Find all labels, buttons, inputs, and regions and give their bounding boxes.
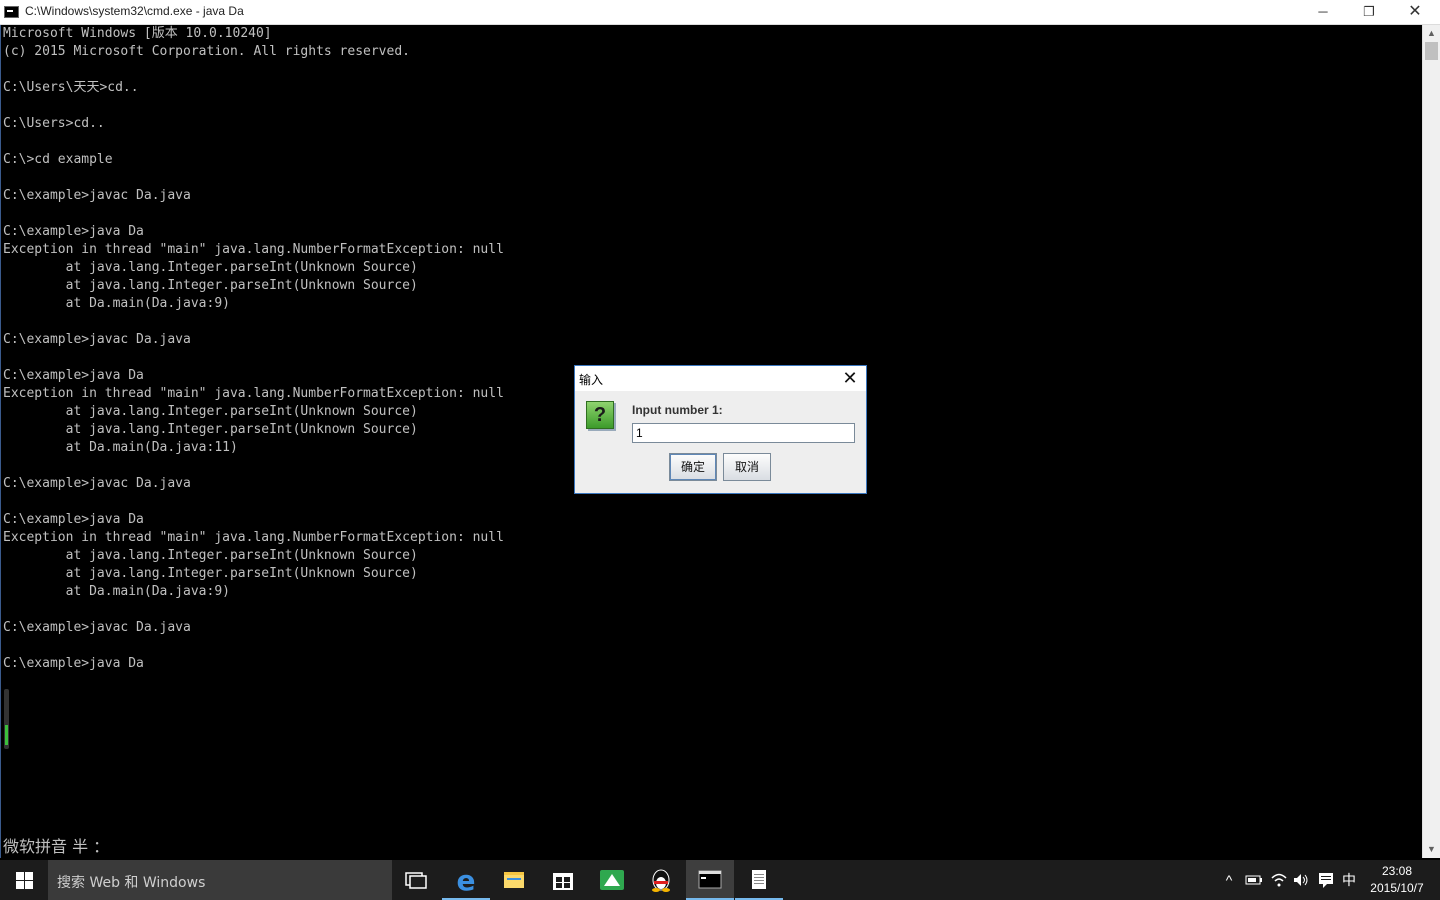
console-line: C:\>cd example	[3, 152, 113, 167]
console-line: at java.lang.Integer.parseInt(Unknown So…	[3, 548, 418, 563]
qq-penguin-icon	[652, 869, 670, 892]
console-line: C:\example>javac Da.java	[3, 620, 191, 635]
folder-icon	[504, 872, 524, 888]
console-line: at Da.main(Da.java:11)	[3, 440, 238, 455]
notepad-taskbar-button[interactable]	[735, 860, 783, 900]
console-line: C:\example>java Da	[3, 224, 144, 239]
volume-icon[interactable]	[1292, 870, 1310, 890]
console-line: Exception in thread "main" java.lang.Num…	[3, 386, 504, 401]
input-label: Input number 1:	[632, 403, 723, 417]
console-title-bar[interactable]: C:\Windows\system32\cmd.exe - java Da ─ …	[0, 0, 1440, 25]
file-explorer-button[interactable]	[490, 860, 538, 900]
ime-status: 微软拼音 半 ：	[3, 837, 110, 856]
console-line: at java.lang.Integer.parseInt(Unknown So…	[3, 404, 418, 419]
console-line: C:\example>javac Da.java	[3, 188, 191, 203]
cmd-app-icon	[4, 6, 19, 18]
svg-text:e: e	[457, 864, 476, 897]
battery-icon[interactable]	[1245, 870, 1263, 890]
task-view-icon	[405, 872, 427, 889]
console-line: Microsoft Windows [版本 10.0.10240]	[3, 26, 272, 41]
console-line: C:\Users\天天>cd..	[3, 80, 139, 95]
scroll-up-icon[interactable]: ▲	[1423, 25, 1440, 42]
console-line: Exception in thread "main" java.lang.Num…	[3, 242, 504, 257]
console-line: at java.lang.Integer.parseInt(Unknown So…	[3, 278, 418, 293]
dialog-title: 输入	[579, 373, 604, 387]
console-line: C:\example>javac Da.java	[3, 476, 191, 491]
close-button[interactable]: ✕	[1392, 0, 1438, 25]
notepad-icon	[752, 870, 766, 889]
start-button[interactable]	[0, 860, 48, 900]
green-app-icon	[600, 870, 624, 890]
console-line: C:\example>javac Da.java	[3, 332, 191, 347]
cmd-taskbar-button[interactable]	[686, 860, 734, 900]
task-view-button[interactable]	[392, 860, 440, 900]
scroll-thumb[interactable]	[1425, 42, 1438, 60]
console-line: C:\example>java Da	[3, 512, 144, 527]
action-center-icon[interactable]	[1317, 870, 1335, 890]
green-app-button[interactable]	[588, 860, 636, 900]
input-dialog: 输入 ✕ ? Input number 1: 确定 取消	[574, 365, 867, 494]
edge-taskbar-button[interactable]: e	[442, 860, 490, 900]
console-line: (c) 2015 Microsoft Corporation. All righ…	[3, 44, 410, 59]
console-scrollbar[interactable]: ▲ ▼	[1422, 25, 1440, 858]
dialog-close-icon[interactable]: ✕	[838, 367, 862, 389]
console-line: C:\example>java Da	[3, 368, 144, 383]
ime-language-indicator[interactable]: 中	[1340, 870, 1358, 890]
console-line: at java.lang.Integer.parseInt(Unknown So…	[3, 566, 418, 581]
minimize-button[interactable]: ─	[1300, 0, 1346, 25]
qq-button[interactable]	[637, 860, 685, 900]
dialog-title-bar[interactable]: 输入 ✕	[575, 366, 866, 391]
search-box[interactable]: 搜索 Web 和 Windows	[48, 860, 392, 900]
taskbar: 搜索 Web 和 Windows e ^ 中 23:08 2015/10/7	[0, 860, 1440, 900]
window-title: C:\Windows\system32\cmd.exe - java Da	[25, 4, 244, 18]
ok-button[interactable]: 确定	[669, 453, 717, 481]
console-output: Microsoft Windows [版本 10.0.10240] (c) 201…	[3, 25, 504, 673]
wifi-icon[interactable]	[1270, 870, 1288, 890]
windows-logo-icon	[16, 872, 24, 880]
show-hidden-icons-chevron-icon[interactable]: ^	[1220, 870, 1238, 890]
console-line: C:\example>java Da	[3, 656, 144, 671]
store-button[interactable]	[539, 860, 587, 900]
console-line: at Da.main(Da.java:9)	[3, 296, 230, 311]
number-input[interactable]	[632, 423, 855, 443]
cancel-button[interactable]: 取消	[723, 453, 771, 481]
edge-icon: e	[457, 864, 476, 897]
console-line: Exception in thread "main" java.lang.Num…	[3, 530, 504, 545]
store-bag-icon	[553, 873, 573, 890]
console-line: at Da.main(Da.java:9)	[3, 584, 230, 599]
clock-date: 2015/10/7	[1370, 881, 1424, 895]
console-line: at java.lang.Integer.parseInt(Unknown So…	[3, 260, 418, 275]
search-placeholder: 搜索 Web 和 Windows	[57, 875, 206, 891]
console-marker	[4, 689, 9, 749]
clock[interactable]: 23:08 2015/10/7	[1364, 863, 1430, 897]
question-icon: ?	[586, 401, 614, 429]
console-line: at java.lang.Integer.parseInt(Unknown So…	[3, 422, 418, 437]
scroll-down-icon[interactable]: ▼	[1423, 841, 1440, 858]
console-line: C:\Users>cd..	[3, 116, 105, 131]
cmd-icon	[698, 870, 722, 889]
restore-button[interactable]: ❐	[1346, 0, 1392, 25]
clock-time: 23:08	[1381, 864, 1413, 878]
